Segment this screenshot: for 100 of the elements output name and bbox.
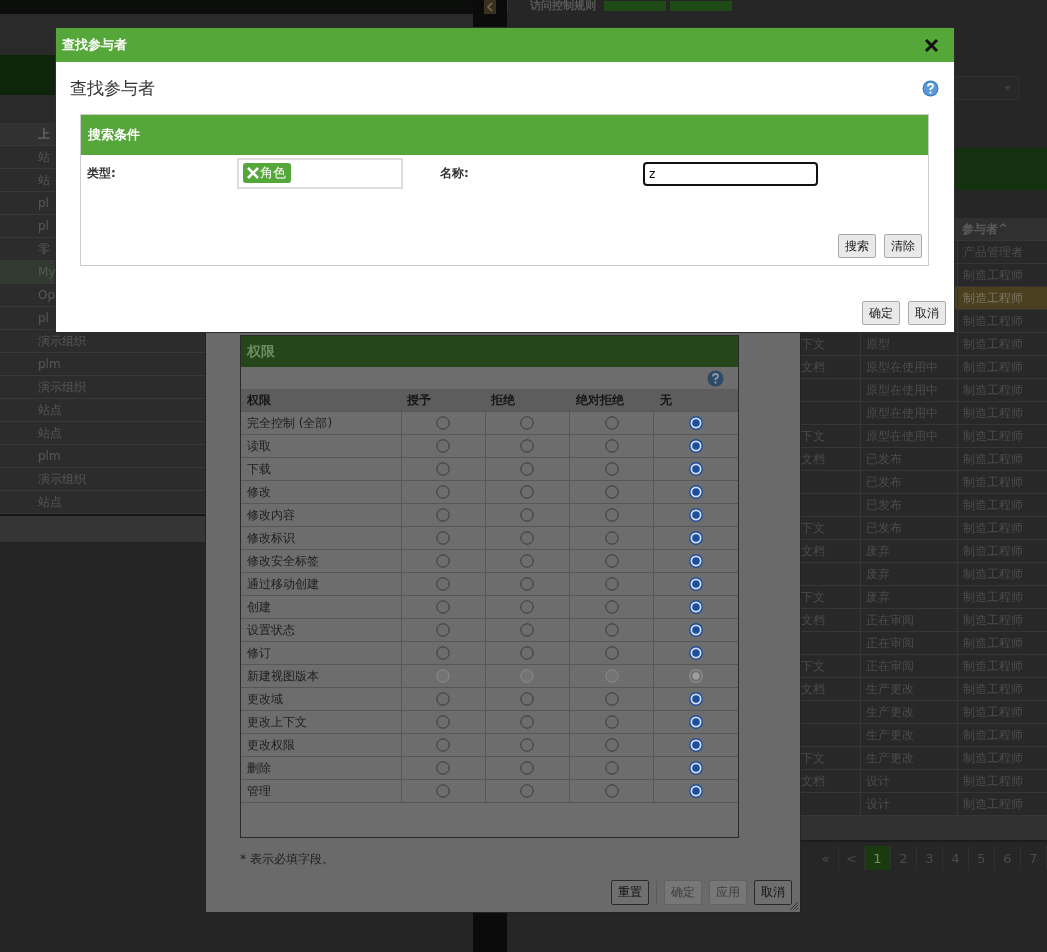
radio-button[interactable] bbox=[520, 761, 535, 776]
permission-label: 读取 bbox=[247, 438, 271, 453]
radio-button[interactable] bbox=[689, 600, 704, 615]
collapse-icon[interactable] bbox=[484, 0, 497, 14]
radio-button[interactable] bbox=[689, 646, 704, 661]
radio-button[interactable] bbox=[520, 784, 535, 799]
radio-button[interactable] bbox=[436, 784, 451, 799]
radio-button[interactable] bbox=[604, 715, 619, 730]
radio-button[interactable] bbox=[604, 784, 619, 799]
page-link[interactable]: 1 bbox=[865, 846, 891, 870]
radio-button[interactable] bbox=[520, 738, 535, 753]
radio-button[interactable] bbox=[604, 577, 619, 592]
toolbar-button[interactable] bbox=[604, 1, 666, 11]
radio-button[interactable] bbox=[436, 646, 451, 661]
radio-button[interactable] bbox=[689, 784, 704, 799]
radio-button[interactable] bbox=[520, 416, 535, 431]
radio-button[interactable] bbox=[604, 531, 619, 546]
radio-button[interactable] bbox=[436, 462, 451, 477]
radio-button[interactable] bbox=[689, 531, 704, 546]
radio-button[interactable] bbox=[436, 761, 451, 776]
radio-button[interactable] bbox=[604, 439, 619, 454]
field-label: 名称: bbox=[440, 165, 469, 182]
column-header: 授予 bbox=[401, 389, 486, 412]
radio-button[interactable] bbox=[520, 646, 535, 661]
dialog-button[interactable]: 取消 bbox=[908, 301, 946, 325]
radio-button[interactable] bbox=[604, 761, 619, 776]
permission-label: 下载 bbox=[247, 461, 271, 476]
permission-label: 通过移动创建 bbox=[247, 576, 319, 591]
permission-label: 修改安全标签 bbox=[247, 553, 319, 568]
radio-button[interactable] bbox=[436, 600, 451, 615]
field-label: 类型: bbox=[87, 165, 116, 182]
close-icon[interactable] bbox=[924, 37, 939, 53]
radio-button[interactable] bbox=[689, 738, 704, 753]
radio-button[interactable] bbox=[689, 554, 704, 569]
type-field[interactable]: 角色 bbox=[237, 158, 403, 189]
radio-button[interactable] bbox=[689, 485, 704, 500]
dialog-button[interactable]: 确定 bbox=[862, 301, 900, 325]
name-field[interactable]: z bbox=[643, 161, 818, 186]
radio-button[interactable] bbox=[689, 577, 704, 592]
radio-button[interactable] bbox=[520, 600, 535, 615]
column-header: 绝对拒绝 bbox=[569, 389, 654, 412]
radio-button[interactable] bbox=[436, 439, 451, 454]
radio-button[interactable] bbox=[689, 692, 704, 707]
radio-button[interactable] bbox=[436, 508, 451, 523]
radio-button[interactable] bbox=[689, 462, 704, 477]
radio-button[interactable] bbox=[520, 485, 535, 500]
first-page-link[interactable]: « bbox=[813, 846, 839, 870]
type-tag[interactable]: 角色 bbox=[243, 163, 291, 183]
radio-button[interactable] bbox=[436, 692, 451, 707]
radio-button[interactable] bbox=[436, 531, 451, 546]
radio-button[interactable] bbox=[520, 715, 535, 730]
remove-icon[interactable] bbox=[247, 167, 259, 179]
radio-button[interactable] bbox=[689, 715, 704, 730]
radio-button[interactable] bbox=[520, 554, 535, 569]
panel-header: 搜索条件 bbox=[81, 115, 928, 155]
radio-button[interactable] bbox=[436, 554, 451, 569]
radio-button[interactable] bbox=[689, 623, 704, 638]
radio-button[interactable] bbox=[604, 554, 619, 569]
radio-button[interactable] bbox=[520, 623, 535, 638]
radio-button[interactable] bbox=[689, 439, 704, 454]
radio-button[interactable] bbox=[689, 416, 704, 431]
radio-button[interactable] bbox=[604, 738, 619, 753]
radio-button[interactable] bbox=[520, 577, 535, 592]
resize-grip-icon[interactable] bbox=[789, 901, 799, 911]
toolbar-button[interactable] bbox=[670, 1, 732, 11]
radio-button[interactable] bbox=[436, 715, 451, 730]
radio-button[interactable] bbox=[520, 439, 535, 454]
radio-button[interactable] bbox=[520, 531, 535, 546]
radio-button[interactable] bbox=[436, 485, 451, 500]
permission-label: 修改内容 bbox=[247, 507, 295, 522]
table-cell: 制造工程师 bbox=[963, 289, 1023, 307]
radio-button[interactable] bbox=[604, 646, 619, 661]
dialog-title: 查找参与者 bbox=[62, 36, 127, 54]
radio-button[interactable] bbox=[689, 761, 704, 776]
radio-button[interactable] bbox=[604, 692, 619, 707]
radio-button[interactable] bbox=[604, 623, 619, 638]
dialog-button[interactable]: 重置 bbox=[611, 880, 649, 905]
radio-button[interactable] bbox=[604, 600, 619, 615]
section-header: 权限 bbox=[241, 336, 738, 367]
radio-button[interactable] bbox=[520, 508, 535, 523]
radio-button[interactable] bbox=[520, 462, 535, 477]
radio-button[interactable] bbox=[436, 623, 451, 638]
panel-button[interactable]: 搜索 bbox=[838, 234, 876, 258]
permission-label: 完全控制 (全部) bbox=[247, 415, 333, 430]
radio-button[interactable] bbox=[436, 416, 451, 431]
panel-button[interactable]: 清除 bbox=[884, 234, 922, 258]
help-icon[interactable] bbox=[707, 369, 724, 387]
permission-label: 修改标识 bbox=[247, 530, 295, 545]
radio-button[interactable] bbox=[520, 692, 535, 707]
help-icon[interactable] bbox=[922, 79, 939, 97]
radio-button[interactable] bbox=[604, 462, 619, 477]
radio-button[interactable] bbox=[436, 577, 451, 592]
permission-label: 修改 bbox=[247, 484, 271, 499]
radio-button[interactable] bbox=[689, 508, 704, 523]
radio-button[interactable] bbox=[436, 738, 451, 753]
dialog-button[interactable]: 取消 bbox=[754, 880, 792, 905]
permission-label: 修订 bbox=[247, 645, 271, 660]
radio-button[interactable] bbox=[604, 508, 619, 523]
radio-button[interactable] bbox=[604, 485, 619, 500]
radio-button[interactable] bbox=[604, 416, 619, 431]
